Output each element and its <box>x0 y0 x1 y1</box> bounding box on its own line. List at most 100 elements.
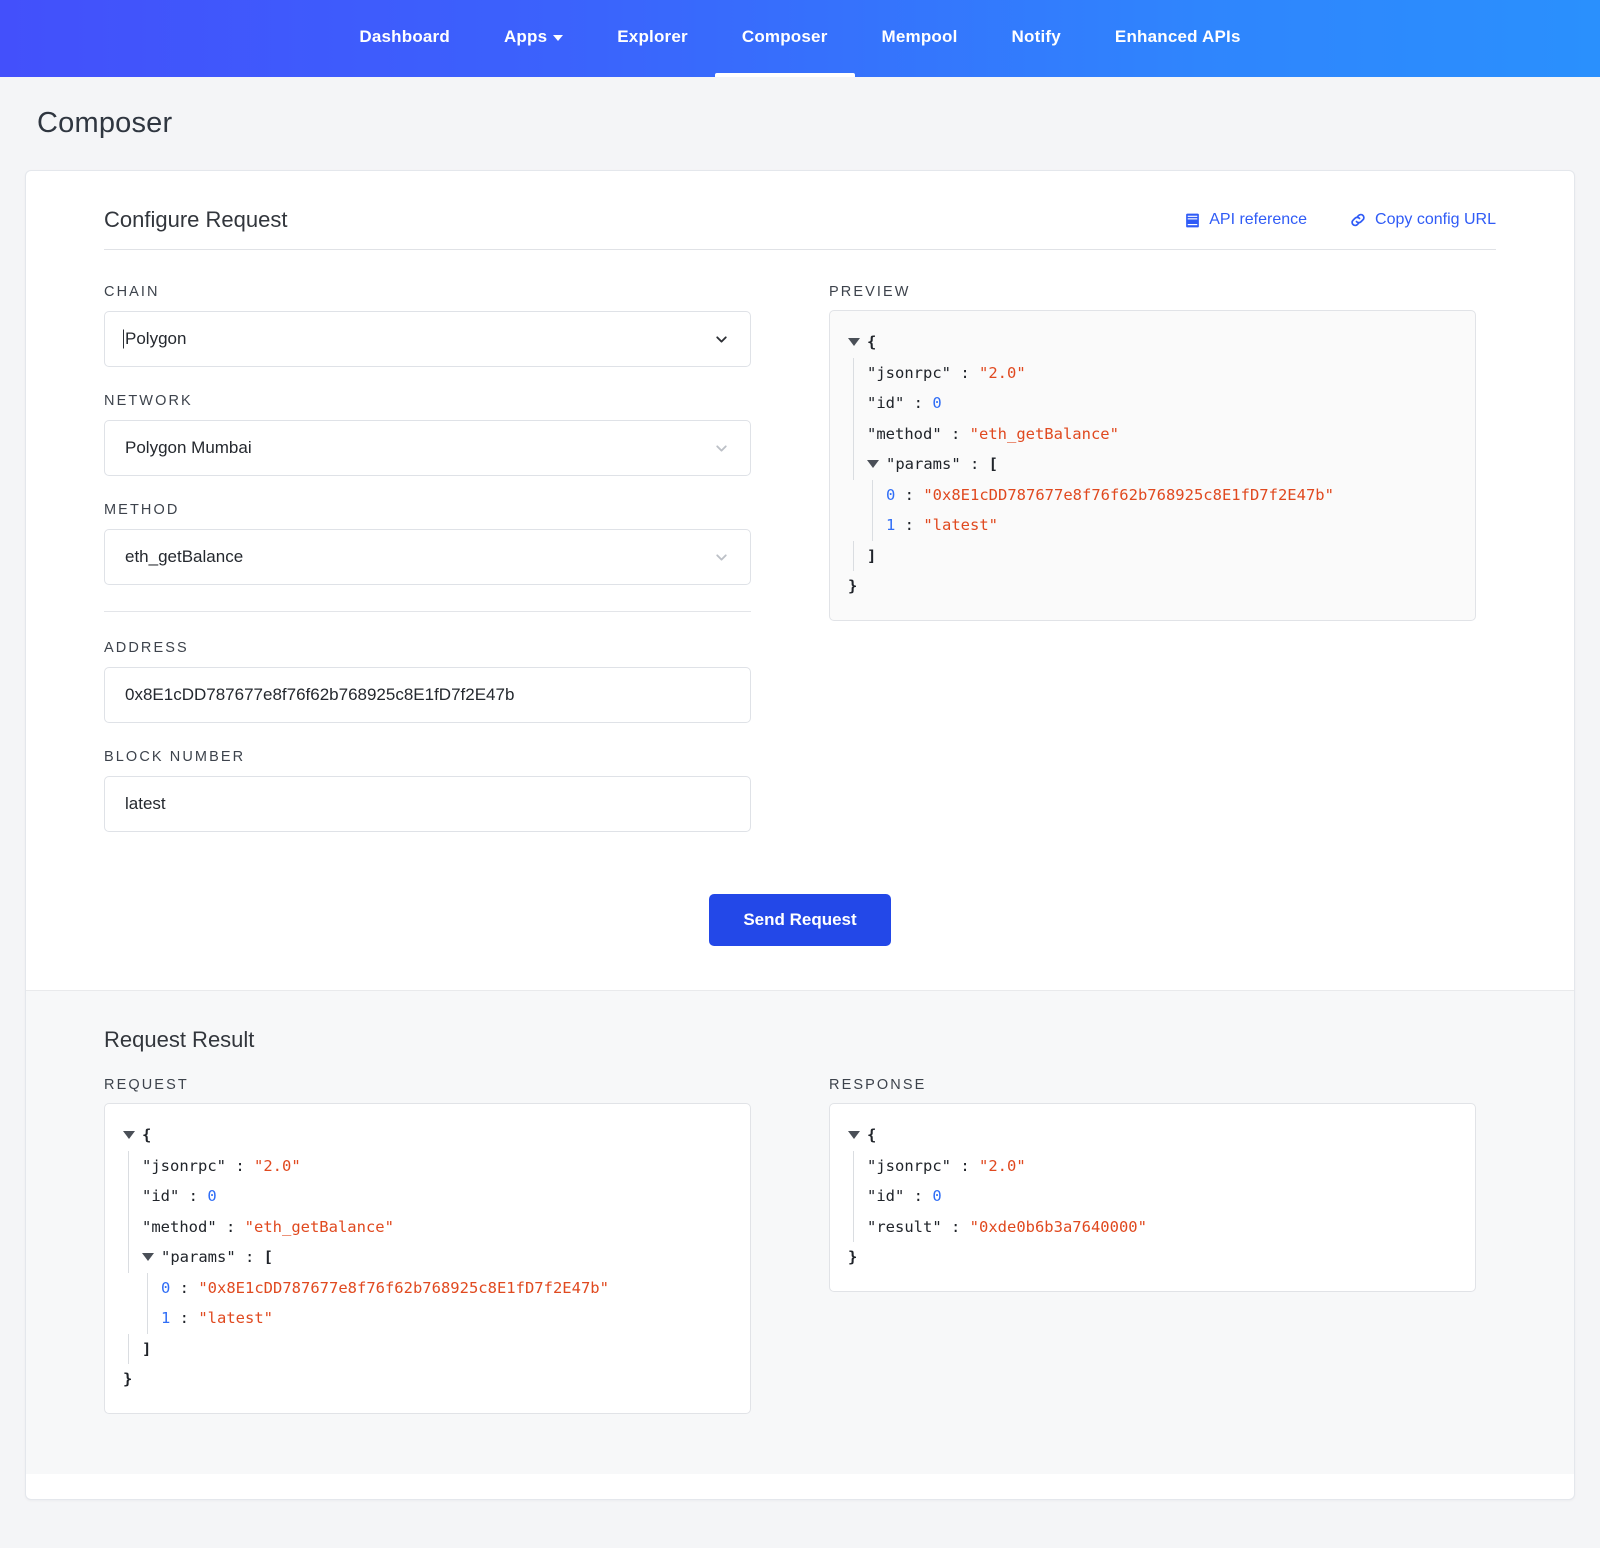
json-index-0: 0 <box>886 480 895 511</box>
json-value-id: 0 <box>207 1181 216 1212</box>
response-label: RESPONSE <box>829 1077 1476 1093</box>
json-colon: : <box>170 1303 198 1334</box>
json-colon: : <box>951 1151 979 1182</box>
json-row-root-close: } <box>123 1364 732 1395</box>
send-request-button[interactable]: Send Request <box>709 894 890 946</box>
json-key-params: "params" <box>161 1242 236 1273</box>
request-json-viewer: { "jsonrpc" : "2.0" "id" : 0 "method" <box>104 1103 751 1414</box>
block-number-field-block: BLOCK NUMBER latest <box>104 749 751 832</box>
json-row-method: "method" : "eth_getBalance" <box>123 1212 732 1243</box>
json-row-root-open: { <box>848 1120 1457 1151</box>
api-reference-label: API reference <box>1209 211 1307 229</box>
json-open-bracket: [ <box>989 449 998 480</box>
network-field-block: NETWORK Polygon Mumbai <box>104 393 751 476</box>
json-key-jsonrpc: "jsonrpc" <box>867 1151 951 1182</box>
request-panel: REQUEST { "jsonrpc" : "2.0" "id" : <box>104 1077 751 1414</box>
json-value-method: "eth_getBalance" <box>970 419 1119 450</box>
json-index-0: 0 <box>161 1273 170 1304</box>
json-key-id: "id" <box>142 1181 179 1212</box>
json-colon: : <box>226 1151 254 1182</box>
method-select[interactable]: eth_getBalance <box>104 529 751 585</box>
json-value-jsonrpc: "2.0" <box>254 1151 301 1182</box>
json-value-id: 0 <box>932 388 941 419</box>
collapse-triangle-icon[interactable] <box>123 1131 135 1139</box>
nav-item-mempool[interactable]: Mempool <box>855 0 985 77</box>
json-open-brace: { <box>867 1120 876 1151</box>
collapse-triangle-icon[interactable] <box>848 1131 860 1139</box>
json-key-method: "method" <box>142 1212 217 1243</box>
json-colon: : <box>895 510 923 541</box>
json-key-jsonrpc: "jsonrpc" <box>142 1151 226 1182</box>
block-number-input[interactable]: latest <box>104 776 751 832</box>
json-index-1: 1 <box>886 510 895 541</box>
preview-json-viewer: { "jsonrpc" : "2.0" "id" : 0 "method" <box>829 310 1476 621</box>
request-label: REQUEST <box>104 1077 751 1093</box>
method-value: eth_getBalance <box>125 547 713 567</box>
nav-item-enhanced-apis[interactable]: Enhanced APIs <box>1088 0 1268 77</box>
nav-label-notify: Notify <box>1012 27 1061 47</box>
json-row-root-close: } <box>848 1242 1457 1273</box>
nav-item-notify[interactable]: Notify <box>985 0 1088 77</box>
json-colon: : <box>951 358 979 389</box>
json-row-jsonrpc: "jsonrpc" : "2.0" <box>848 1151 1457 1182</box>
json-value-param-0: "0x8E1cDD787677e8f76f62b768925c8E1fD7f2E… <box>923 480 1334 511</box>
json-colon: : <box>895 480 923 511</box>
nav-label-enhanced-apis: Enhanced APIs <box>1115 27 1241 47</box>
json-row-id: "id" : 0 <box>848 1181 1457 1212</box>
json-row-params-open: "params" : [ <box>848 449 1457 480</box>
chevron-down-icon <box>713 331 730 348</box>
json-row-jsonrpc: "jsonrpc" : "2.0" <box>848 358 1457 389</box>
api-reference-link[interactable]: API reference <box>1184 211 1307 229</box>
collapse-triangle-icon[interactable] <box>848 338 860 346</box>
json-colon: : <box>179 1181 207 1212</box>
json-row-method: "method" : "eth_getBalance" <box>848 419 1457 450</box>
nav-list: Dashboard Apps Explorer Composer Mempool… <box>332 0 1267 77</box>
json-key-id: "id" <box>867 388 904 419</box>
preview-panel: PREVIEW { "jsonrpc" : "2.0" "id" : <box>829 284 1476 858</box>
chain-select[interactable]: Polygon <box>104 311 751 367</box>
json-row-param-0: 0 : "0x8E1cDD787677e8f76f62b768925c8E1fD… <box>123 1273 732 1304</box>
response-json-viewer: { "jsonrpc" : "2.0" "id" : 0 "result" <box>829 1103 1476 1292</box>
json-value-jsonrpc: "2.0" <box>979 358 1026 389</box>
json-key-result: "result" <box>867 1212 942 1243</box>
copy-config-url-link[interactable]: Copy config URL <box>1349 211 1496 229</box>
json-open-bracket: [ <box>264 1242 273 1273</box>
response-panel: RESPONSE { "jsonrpc" : "2.0" "id" : <box>829 1077 1476 1414</box>
nav-label-mempool: Mempool <box>882 27 958 47</box>
json-value-result: "0xde0b6b3a7640000" <box>970 1212 1147 1243</box>
json-value-jsonrpc: "2.0" <box>979 1151 1026 1182</box>
nav-label-dashboard: Dashboard <box>359 27 450 47</box>
nav-item-dashboard[interactable]: Dashboard <box>332 0 477 77</box>
address-value: 0x8E1cDD787677e8f76f62b768925c8E1fD7f2E4… <box>125 685 730 705</box>
network-label: NETWORK <box>104 393 751 409</box>
json-close-bracket: ] <box>142 1334 151 1365</box>
page-title: Composer <box>0 77 1600 140</box>
nav-item-explorer[interactable]: Explorer <box>590 0 715 77</box>
nav-item-apps[interactable]: Apps <box>477 0 590 77</box>
request-form: CHAIN Polygon NETWORK Polygon Mumbai MET… <box>104 284 751 858</box>
request-result-columns: REQUEST { "jsonrpc" : "2.0" "id" : <box>104 1077 1496 1414</box>
json-row-id: "id" : 0 <box>848 388 1457 419</box>
form-divider <box>104 611 751 612</box>
json-key-jsonrpc: "jsonrpc" <box>867 358 951 389</box>
collapse-triangle-icon[interactable] <box>867 460 879 468</box>
block-number-value: latest <box>125 794 730 814</box>
nav-label-explorer: Explorer <box>617 27 688 47</box>
json-index-1: 1 <box>161 1303 170 1334</box>
json-colon: : <box>961 449 989 480</box>
top-navigation-bar: Dashboard Apps Explorer Composer Mempool… <box>0 0 1600 77</box>
link-icon <box>1349 211 1367 229</box>
json-key-id: "id" <box>867 1181 904 1212</box>
collapse-triangle-icon[interactable] <box>142 1253 154 1261</box>
json-colon: : <box>942 1212 970 1243</box>
json-value-id: 0 <box>932 1181 941 1212</box>
configure-request-panel: Configure Request API reference <box>26 171 1574 990</box>
json-row-params-close: ] <box>123 1334 732 1365</box>
network-select[interactable]: Polygon Mumbai <box>104 420 751 476</box>
configure-columns: CHAIN Polygon NETWORK Polygon Mumbai MET… <box>104 250 1496 858</box>
address-input[interactable]: 0x8E1cDD787677e8f76f62b768925c8E1fD7f2E4… <box>104 667 751 723</box>
nav-item-composer[interactable]: Composer <box>715 0 855 77</box>
chevron-down-icon <box>553 35 563 41</box>
chevron-down-icon <box>713 549 730 566</box>
json-row-param-1: 1 : "latest" <box>848 510 1457 541</box>
